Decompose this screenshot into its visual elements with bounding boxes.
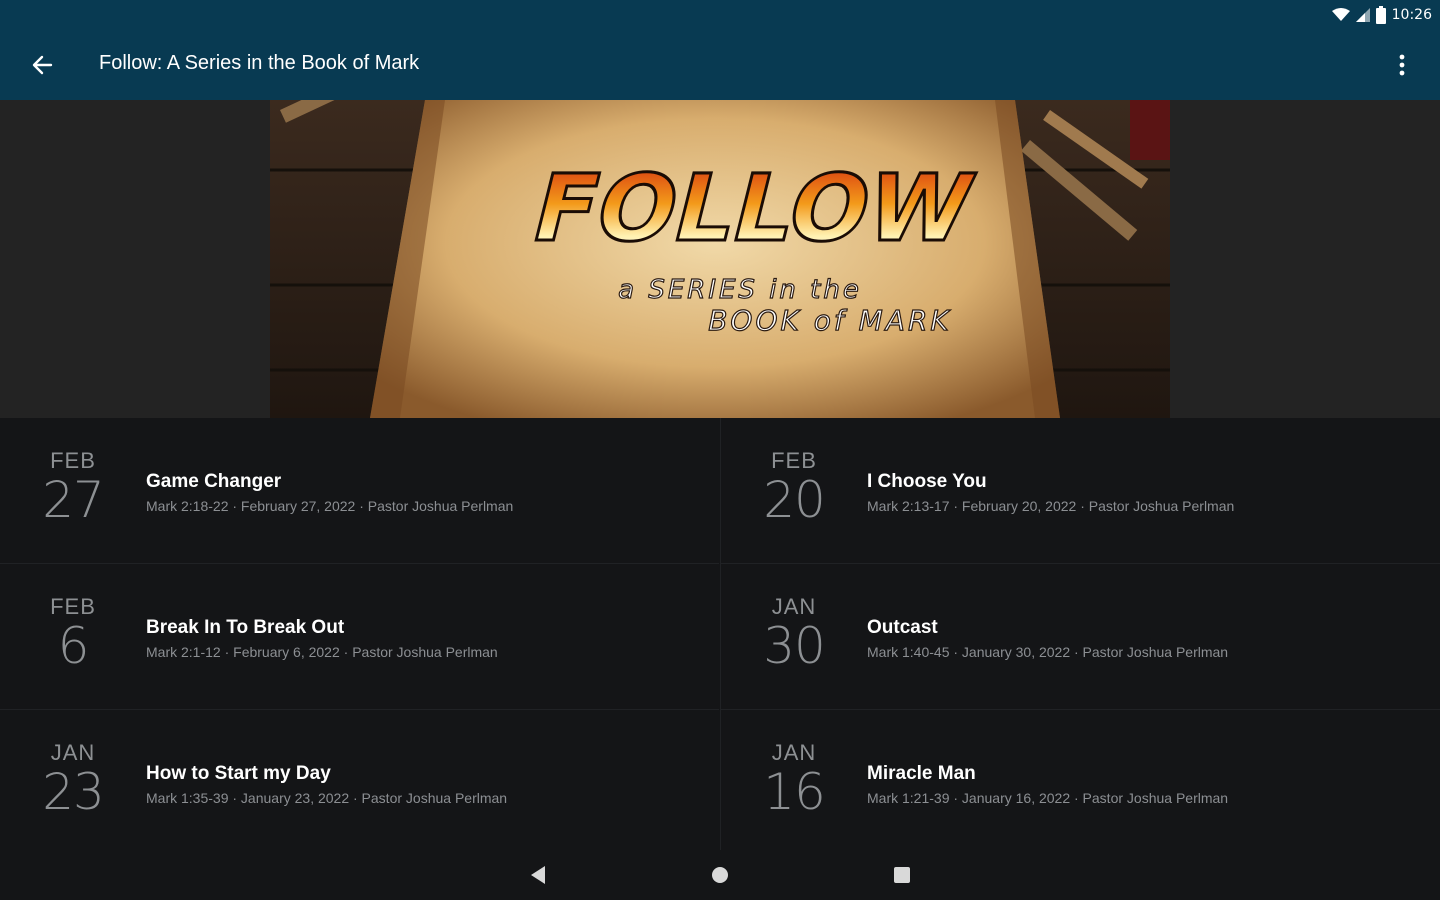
status-icons: 10:26: [1331, 4, 1432, 26]
banner-subtitle-line1: a SERIES in the: [618, 275, 862, 305]
more-vert-icon: [1399, 54, 1405, 76]
status-time: 10:26: [1391, 7, 1432, 23]
sermon-item[interactable]: FEB 6 Break In To Break Out Mark 2:1-12 …: [0, 564, 719, 710]
sermon-meta: Mark 2:18-22 · February 27, 2022 · Pasto…: [146, 498, 514, 514]
sermon-meta: Mark 1:21-39 · January 16, 2022 · Pastor…: [867, 790, 1229, 806]
sermon-info: How to Start my Day Mark 1:35-39 · Janua…: [146, 762, 507, 808]
back-triangle-icon: [531, 866, 545, 884]
sermon-info: Miracle Man Mark 1:21-39 · January 16, 2…: [867, 762, 1228, 808]
sermon-info: Outcast Mark 1:40-45 · January 30, 2022 …: [867, 616, 1228, 662]
wifi-icon: [1331, 8, 1350, 21]
sermon-date: FEB 20: [749, 448, 839, 526]
sermon-meta: Mark 1:35-39 · January 23, 2022 · Pastor…: [146, 790, 508, 806]
sermon-title: Miracle Man: [867, 763, 976, 784]
system-nav-bar: [0, 850, 1440, 900]
sermon-day: 27: [42, 471, 105, 529]
nav-recents-button[interactable]: [888, 861, 916, 889]
sermon-info: I Choose You Mark 2:13-17 · February 20,…: [867, 470, 1234, 516]
arrow-back-icon: [32, 55, 53, 75]
sermon-day: 20: [763, 471, 826, 529]
series-banner-image: FOLLOW a SERIES in the BOOK of MARK: [270, 100, 1170, 418]
sermon-list: FEB 27 Game Changer Mark 2:18-22 · Febru…: [0, 418, 1440, 858]
page-title: Follow: A Series in the Book of Mark: [99, 52, 420, 74]
battery-icon: [1375, 6, 1386, 24]
sermon-item[interactable]: JAN 23 How to Start my Day Mark 1:35-39 …: [0, 710, 719, 856]
nav-back-button[interactable]: [524, 861, 552, 889]
banner-area: FOLLOW a SERIES in the BOOK of MARK: [0, 100, 1440, 418]
overflow-menu-button[interactable]: [1382, 45, 1422, 85]
sermon-date: FEB 27: [28, 448, 118, 526]
sermon-meta: Mark 2:1-12 · February 6, 2022 · Pastor …: [146, 644, 498, 660]
sermon-date: JAN 30: [749, 594, 839, 672]
sermon-title: Game Changer: [146, 471, 282, 492]
sermon-info: Game Changer Mark 2:18-22 · February 27,…: [146, 470, 513, 516]
banner-subtitle-line2: BOOK of MARK: [708, 304, 952, 337]
status-bar: 10:26: [0, 0, 1440, 30]
nav-home-button[interactable]: [706, 861, 734, 889]
home-circle-icon: [712, 867, 728, 883]
sermon-item[interactable]: JAN 30 Outcast Mark 1:40-45 · January 30…: [721, 564, 1440, 710]
sermon-item[interactable]: FEB 20 I Choose You Mark 2:13-17 · Febru…: [721, 418, 1440, 564]
sermon-meta: Mark 1:40-45 · January 30, 2022 · Pastor…: [867, 644, 1229, 660]
sermon-date: FEB 6: [28, 594, 118, 672]
sermon-day: 30: [763, 617, 826, 675]
sermon-title: Outcast: [867, 617, 938, 638]
sermon-day: 16: [763, 763, 826, 821]
sermon-item[interactable]: JAN 16 Miracle Man Mark 1:21-39 · Januar…: [721, 710, 1440, 856]
banner-headline: FOLLOW: [522, 155, 983, 262]
sermon-day: 6: [57, 617, 90, 675]
sermon-title: Break In To Break Out: [146, 617, 345, 638]
sermon-meta: Mark 2:13-17 · February 20, 2022 · Pasto…: [867, 498, 1235, 514]
banner-artwork: FOLLOW a SERIES in the BOOK of MARK: [270, 100, 1170, 418]
sermon-date: JAN 23: [28, 740, 118, 818]
app-bar: Follow: A Series in the Book of Mark: [0, 30, 1440, 100]
sermon-info: Break In To Break Out Mark 2:1-12 · Febr…: [146, 616, 498, 662]
sermon-date: JAN 16: [749, 740, 839, 818]
back-button[interactable]: [22, 45, 62, 85]
cellular-signal-icon: [1355, 8, 1370, 22]
sermon-item[interactable]: FEB 27 Game Changer Mark 2:18-22 · Febru…: [0, 418, 719, 564]
sermon-title: I Choose You: [867, 471, 987, 492]
recents-square-icon: [894, 867, 910, 883]
sermon-day: 23: [42, 763, 105, 821]
sermon-title: How to Start my Day: [146, 763, 331, 784]
